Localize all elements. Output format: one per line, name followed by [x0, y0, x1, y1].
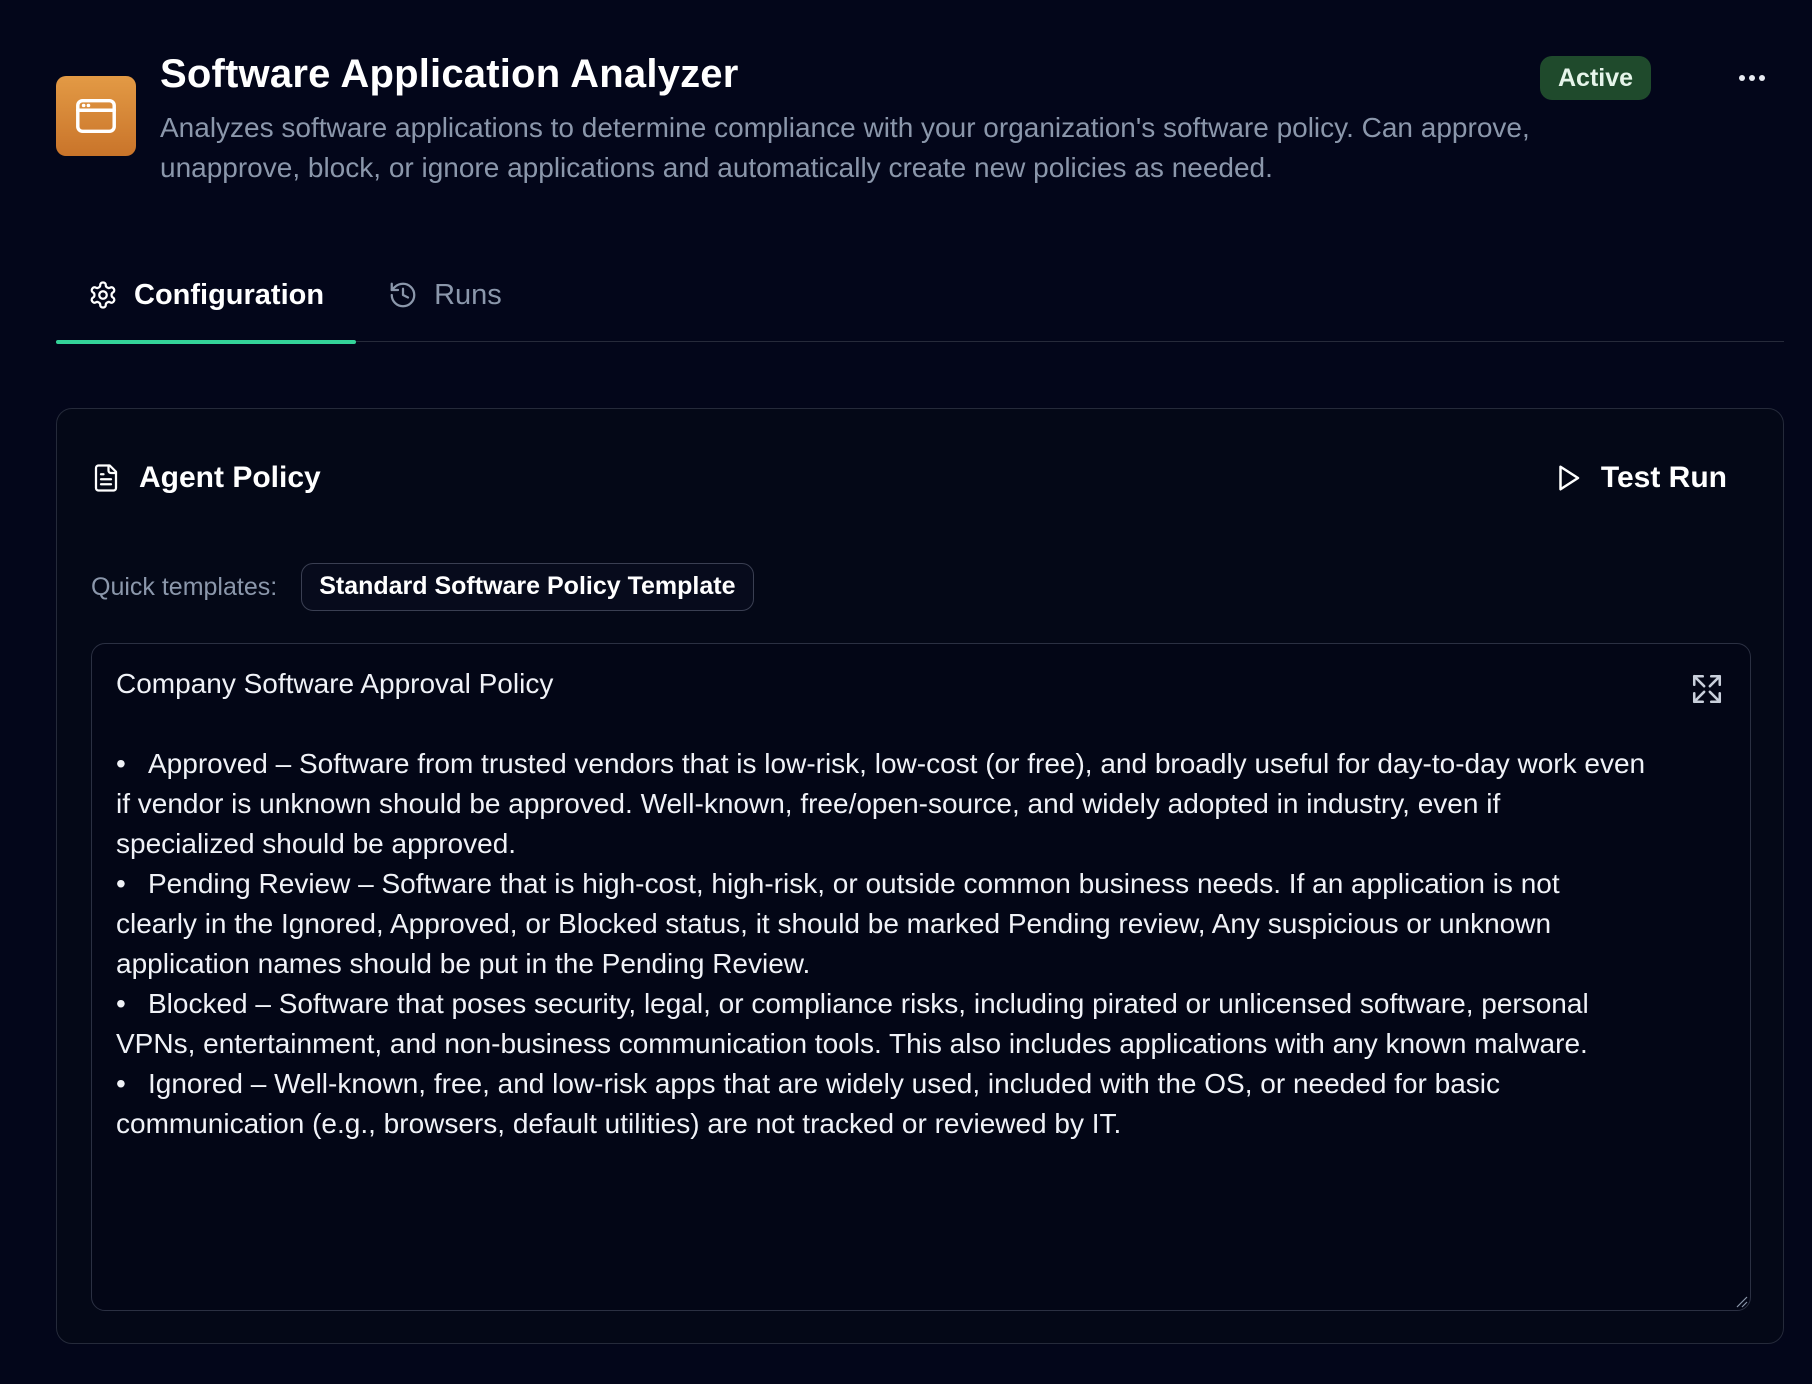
expand-editor-button[interactable] — [1690, 672, 1724, 706]
test-run-label: Test Run — [1600, 461, 1727, 494]
app-window-icon — [56, 76, 136, 156]
status-badge: Active — [1540, 56, 1652, 100]
more-horizontal-icon — [1739, 75, 1765, 81]
policy-item-blocked: Blocked – Software that poses security, … — [116, 988, 1589, 1059]
more-options-button[interactable] — [1730, 58, 1774, 98]
agent-policy-card: Agent Policy Test Run Quick templates: S… — [56, 408, 1784, 1344]
list-item: • Approved – Software from trusted vendor… — [116, 744, 1646, 864]
bullet: • — [116, 1068, 126, 1099]
list-item: • Blocked – Software that poses security,… — [116, 984, 1646, 1064]
tab-runs[interactable]: Runs — [356, 248, 534, 342]
tab-runs-label: Runs — [434, 278, 502, 311]
policy-item-ignored: Ignored – Well-known, free, and low-risk… — [116, 1068, 1500, 1139]
resize-handle-icon[interactable] — [1734, 1294, 1748, 1308]
page: Software Application Analyzer Analyzes s… — [0, 0, 1812, 1384]
policy-item-approved: Approved – Software from trusted vendors… — [116, 748, 1646, 859]
tab-bar: Configuration Runs — [56, 248, 1784, 344]
template-chip-standard[interactable]: Standard Software Policy Template — [301, 563, 754, 611]
policy-text: Company Software Approval Policy • Approv… — [116, 664, 1646, 1144]
history-icon — [390, 282, 416, 308]
card-title: Agent Policy — [139, 461, 321, 494]
play-icon — [1559, 465, 1580, 491]
tab-configuration-label: Configuration — [134, 278, 325, 311]
header-text: Software Application Analyzer Analyzes s… — [160, 50, 1600, 188]
quick-templates-label: Quick templates: — [91, 572, 278, 601]
test-run-button[interactable]: Test Run — [1553, 461, 1727, 495]
page-title: Software Application Analyzer — [160, 52, 739, 96]
bullet: • — [116, 868, 126, 899]
bullet: • — [116, 748, 126, 779]
policy-item-pending-review: Pending Review – Software that is high-c… — [116, 868, 1560, 979]
bullet: • — [116, 988, 126, 1019]
quick-templates: Quick templates: Standard Software Polic… — [91, 563, 754, 611]
document-icon — [94, 464, 118, 492]
policy-heading: Company Software Approval Policy — [116, 668, 554, 699]
list-item: • Ignored – Well-known, free, and low-ris… — [116, 1064, 1646, 1144]
app-header: Software Application Analyzer Analyzes s… — [56, 0, 1756, 188]
gear-icon — [90, 281, 116, 309]
card-header: Agent Policy — [91, 461, 321, 495]
list-item: • Pending Review – Software that is high-… — [116, 864, 1646, 984]
page-description: Analyzes software applications to determ… — [160, 112, 1530, 183]
tab-configuration[interactable]: Configuration — [56, 248, 357, 344]
policy-editor[interactable]: Company Software Approval Policy • Approv… — [91, 643, 1751, 1311]
expand-icon — [1692, 674, 1722, 704]
